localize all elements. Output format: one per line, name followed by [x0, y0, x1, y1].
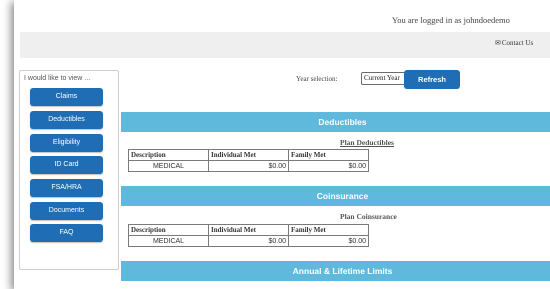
contact-us-link[interactable]: ✉Contact Us: [495, 39, 533, 47]
sidebar-item-fsa-hra[interactable]: FSA/HRA: [30, 179, 103, 197]
year-selection-label: Year selection:: [296, 75, 338, 83]
table-row: MEDICAL $0.00 $0.00: [128, 235, 369, 247]
column-header: Family Met: [288, 149, 369, 161]
column-header: Description: [128, 149, 209, 161]
limits-section-header: Annual & Lifetime Limits: [121, 261, 550, 281]
sidebar-item-deductibles[interactable]: Deductibles: [30, 111, 103, 129]
column-header: Individual Met: [208, 224, 289, 236]
screenshot-frame: You are logged in as johndoedemo ✉Contac…: [0, 0, 550, 289]
refresh-button[interactable]: Refresh: [404, 70, 460, 89]
deductibles-section-header: Deductibles: [121, 112, 550, 132]
column-header: Description: [128, 224, 209, 236]
login-status: You are logged in as johndoedemo: [392, 15, 510, 25]
coinsurance-section-header: Coinsurance: [121, 186, 550, 206]
plan-coinsurance-title: Plan Coinsurance: [340, 212, 397, 221]
login-bar: You are logged in as johndoedemo: [14, 14, 550, 28]
coinsurance-table: Description Individual Met Family Met ME…: [128, 224, 369, 247]
table-header-row: Description Individual Met Family Met: [128, 149, 369, 161]
year-selection-row: Year selection: Current Year ▾: [294, 70, 494, 88]
sidebar-item-documents[interactable]: Documents: [30, 202, 103, 220]
sidebar-item-faq[interactable]: FAQ: [30, 224, 103, 242]
table-cell: MEDICAL: [128, 235, 209, 247]
table-cell: $0.00: [288, 235, 369, 247]
sidebar-item-eligibility[interactable]: Eligibility: [30, 134, 103, 152]
column-header: Family Met: [288, 224, 369, 236]
contact-us-label: Contact Us: [501, 39, 534, 47]
column-header: Individual Met: [208, 149, 289, 161]
table-row: MEDICAL $0.00 $0.00: [128, 160, 369, 172]
table-cell: $0.00: [288, 160, 369, 172]
deductibles-table: Description Individual Met Family Met ME…: [128, 149, 369, 172]
table-header-row: Description Individual Met Family Met: [128, 224, 369, 236]
sidebar-menu: I would like to view ... Claims Deductib…: [19, 70, 119, 270]
plan-deductibles-title: Plan Deductibles: [340, 138, 394, 147]
year-select-value: Current Year: [364, 74, 400, 82]
browser-window: You are logged in as johndoedemo ✉Contac…: [14, 0, 550, 289]
sidebar-item-claims[interactable]: Claims: [30, 88, 103, 106]
top-nav-bar: ✉Contact Us: [20, 32, 550, 58]
table-cell: $0.00: [208, 235, 289, 247]
envelope-icon: ✉: [495, 39, 501, 47]
table-cell: MEDICAL: [128, 160, 209, 172]
sidebar-item-id-card[interactable]: ID Card: [30, 156, 103, 174]
sidebar-title: I would like to view ...: [24, 75, 91, 82]
table-cell: $0.00: [208, 160, 289, 172]
